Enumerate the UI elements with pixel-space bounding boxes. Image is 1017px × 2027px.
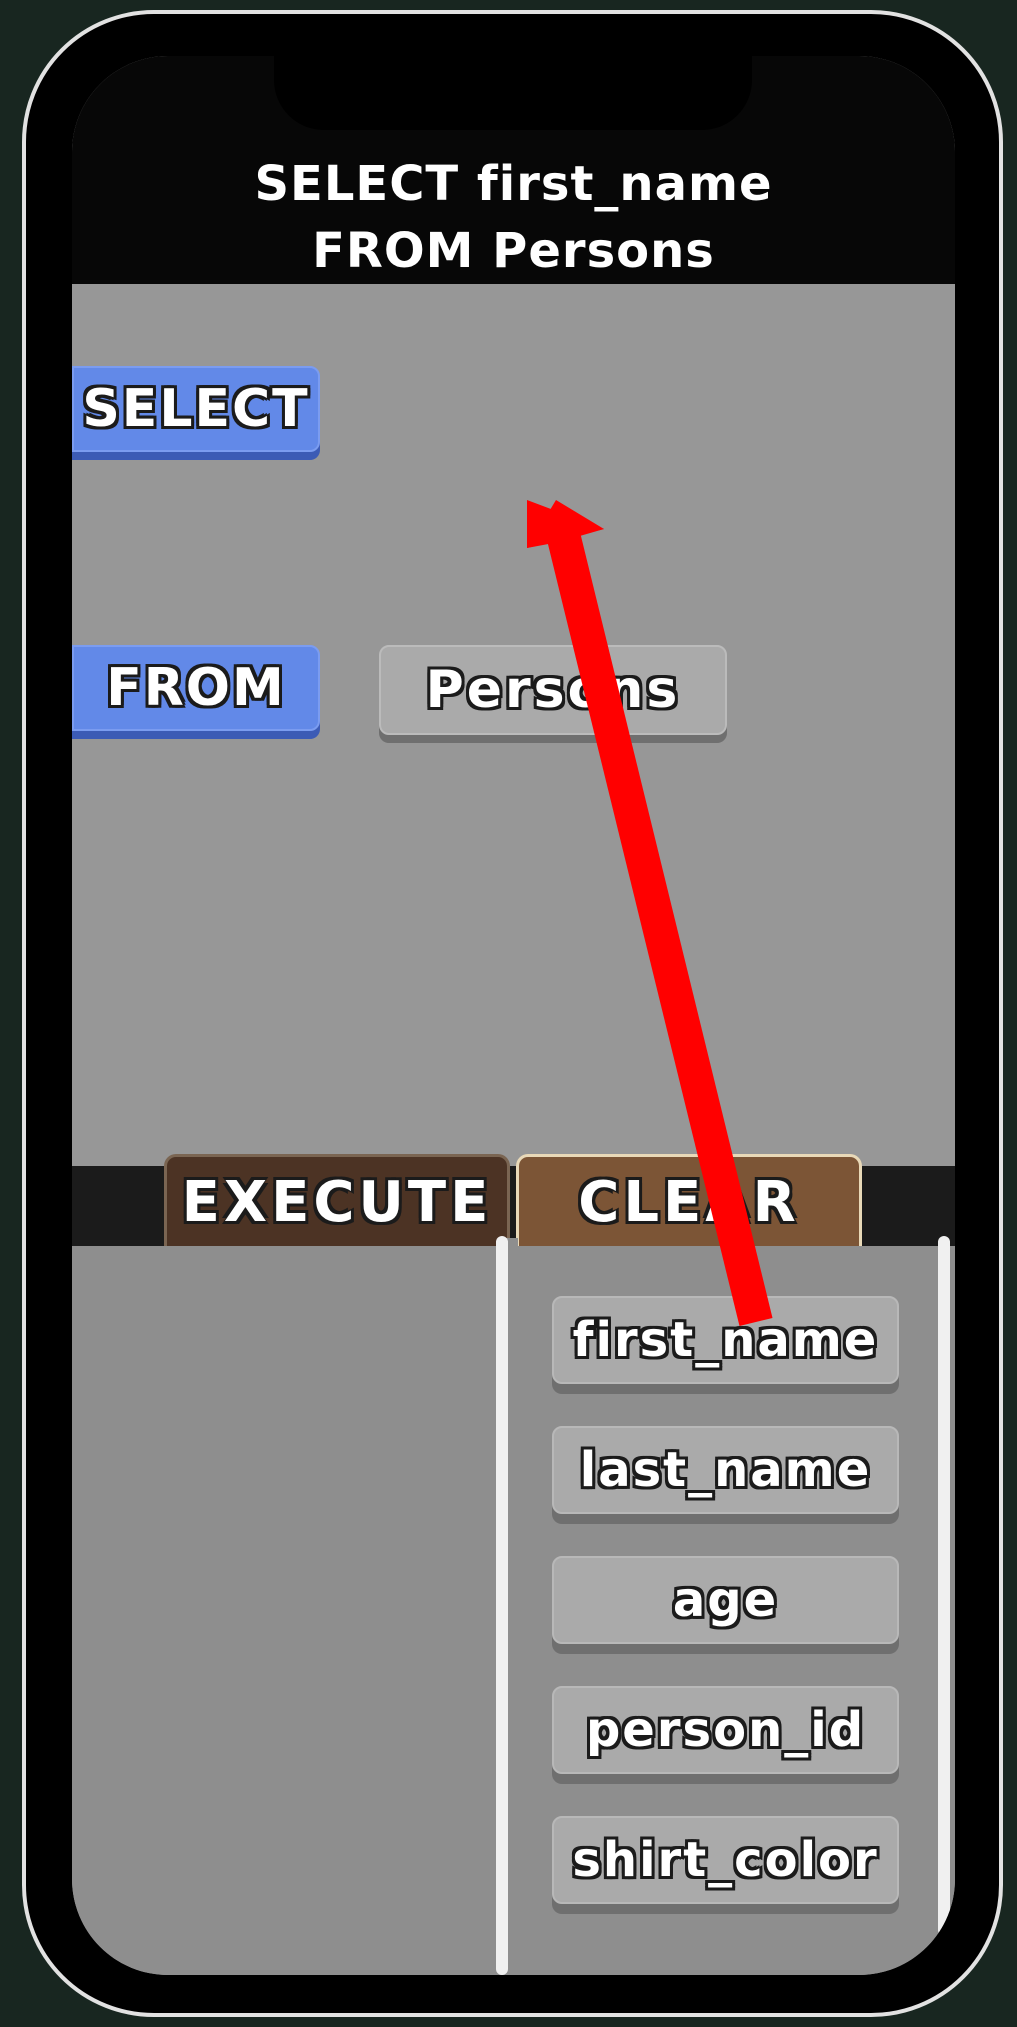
column-block-age[interactable]: age	[552, 1556, 899, 1644]
persons-table-block[interactable]: Persons	[379, 645, 727, 735]
from-keyword-block[interactable]: FROM	[72, 645, 320, 731]
clear-button[interactable]: CLEAR	[516, 1154, 862, 1248]
query-line-1: SELECT first_name	[254, 156, 773, 212]
column-block-person-id[interactable]: person_id	[552, 1686, 899, 1774]
result-panel-scrollbar[interactable]	[496, 1236, 508, 1975]
game-screen: SELECT first_name FROM Persons SELECT FR…	[72, 56, 955, 1975]
execute-button[interactable]: EXECUTE	[164, 1154, 510, 1248]
column-block-shirt-color[interactable]: shirt_color	[552, 1816, 899, 1904]
phone-notch	[274, 56, 752, 130]
column-palette-scrollbar[interactable]	[938, 1236, 950, 1936]
column-block-last-name[interactable]: last_name	[552, 1426, 899, 1514]
column-block-first-name[interactable]: first_name	[552, 1296, 899, 1384]
query-line-2: FROM Persons	[312, 223, 715, 279]
result-panel	[72, 1246, 504, 1975]
select-keyword-block[interactable]: SELECT	[72, 366, 320, 452]
column-list: first_name last_name age person_id shirt…	[552, 1296, 899, 1946]
